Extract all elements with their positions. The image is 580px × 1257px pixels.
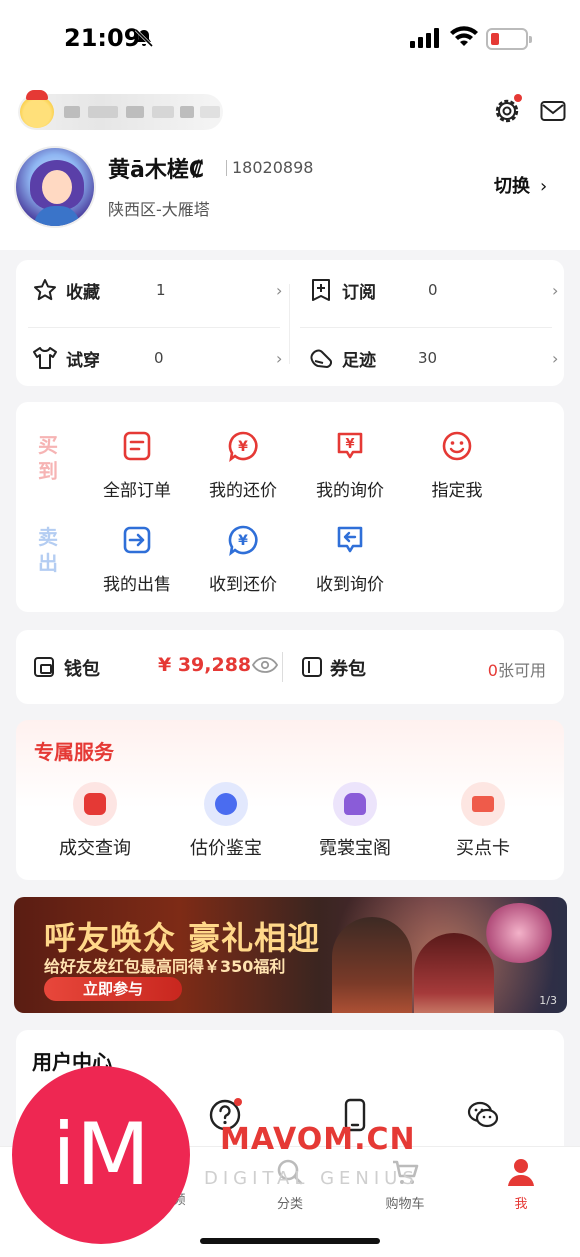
profile-icon xyxy=(508,1159,534,1186)
favorites-count: 1 xyxy=(156,281,166,299)
server-location: 陕西区-大雁塔 xyxy=(108,200,210,219)
wifi-icon xyxy=(450,26,478,46)
footprints-count: 30 xyxy=(418,349,438,367)
banner-page-indicator: 1/3 xyxy=(539,994,557,1007)
wallet-balance: ¥ 39,288 xyxy=(158,654,252,676)
status-bar: 21:09 xyxy=(0,0,580,80)
chick-mascot-icon xyxy=(20,90,54,128)
profile-header: 黄ā木槎₡ 18020898 陕西区-大雁塔 切换 › xyxy=(0,80,580,250)
sell-section-label: 卖出 xyxy=(38,525,58,575)
deal-query-button[interactable]: 成交查询 xyxy=(30,782,160,860)
quick-link-favorites[interactable]: 收藏 1 › xyxy=(32,260,282,320)
home-indicator xyxy=(200,1238,380,1244)
received-offer-icon: ¥ xyxy=(228,525,258,556)
svg-text:¥: ¥ xyxy=(345,437,354,452)
signal-icon xyxy=(410,28,439,48)
coupon-button[interactable]: 券包 0张可用 xyxy=(288,630,564,704)
im-logo-watermark: iM xyxy=(12,1066,190,1244)
exclusive-services-card: 专属服务 成交查询 估价鉴宝 霓裳宝阁 买点卡 xyxy=(16,720,564,880)
smiley-icon xyxy=(442,431,472,461)
tab-profile[interactable]: 我 xyxy=(476,1157,566,1212)
sell-arrow-icon xyxy=(123,526,151,554)
assigned-to-me-button[interactable]: 指定我 xyxy=(402,430,512,501)
received-inquiries-button[interactable]: 收到询价 xyxy=(295,524,405,595)
tagline-watermark: DIGITAL GENIUS xyxy=(204,1168,419,1189)
all-orders-button[interactable]: 全部订单 xyxy=(82,430,192,501)
received-counter-offers-button[interactable]: ¥ 收到还价 xyxy=(188,524,298,595)
wallet-button[interactable]: 钱包 ¥ 39,288 xyxy=(16,630,282,704)
svg-text:¥: ¥ xyxy=(238,533,248,549)
quick-link-footprints[interactable]: 足迹 30 › xyxy=(308,328,558,388)
subscriptions-count: 0 xyxy=(428,281,438,299)
star-icon xyxy=(34,279,56,301)
wechat-icon[interactable] xyxy=(466,1098,500,1132)
battery-icon xyxy=(486,28,532,50)
received-inquiry-icon xyxy=(337,526,363,553)
site-watermark: MAVOM.CN xyxy=(220,1122,416,1157)
notification-dot xyxy=(514,94,522,102)
wardrobe-icon xyxy=(333,782,377,826)
appraise-button[interactable]: 估价鉴宝 xyxy=(161,782,291,860)
promo-banner[interactable]: 呼友唤众 豪礼相迎 给好友发红包最高同得￥350福利 立即参与 1/3 xyxy=(14,897,567,1013)
wardrobe-button[interactable]: 霓裳宝阁 xyxy=(290,782,420,860)
join-now-button[interactable]: 立即参与 xyxy=(44,977,182,1001)
eye-icon[interactable] xyxy=(252,656,278,674)
switch-label: 切换 xyxy=(494,176,530,197)
avatar[interactable] xyxy=(14,146,96,228)
inquiry-icon: ¥ xyxy=(337,432,363,459)
appraise-icon xyxy=(204,782,248,826)
buy-card-button[interactable]: 买点卡 xyxy=(418,782,548,860)
footprint-icon xyxy=(310,349,332,368)
order-list-icon xyxy=(123,431,151,461)
message-envelope-icon[interactable] xyxy=(540,98,566,124)
svg-text:¥: ¥ xyxy=(238,439,248,455)
coupon-icon xyxy=(302,657,322,677)
chevron-right-icon: › xyxy=(552,280,559,300)
coupon-availability: 0张可用 xyxy=(487,661,546,680)
blurred-banner xyxy=(18,90,223,130)
my-counter-offers-button[interactable]: ¥ 我的还价 xyxy=(188,430,298,501)
quick-link-subscriptions[interactable]: 订阅 0 › xyxy=(308,260,558,320)
counter-offer-icon: ¥ xyxy=(228,431,258,462)
chevron-right-icon: › xyxy=(540,176,548,197)
orders-card: 买到 卖出 全部订单 ¥ 我的还价 ¥ 我的询价 指定我 我的出售 ¥ 收到还价… xyxy=(16,402,564,612)
services-title: 专属服务 xyxy=(34,740,114,764)
my-inquiries-button[interactable]: ¥ 我的询价 xyxy=(295,430,405,501)
username: 黄ā木槎₡ xyxy=(108,158,205,183)
chevron-right-icon: › xyxy=(552,348,559,368)
card-icon xyxy=(461,782,505,826)
banner-subtitle: 给好友发红包最高同得￥350福利 xyxy=(44,957,286,976)
my-sales-button[interactable]: 我的出售 xyxy=(82,524,192,595)
chevron-right-icon: › xyxy=(276,280,283,300)
wallet-card: 钱包 ¥ 39,288 券包 0张可用 xyxy=(16,630,564,704)
quick-link-try-on[interactable]: 试穿 0 › xyxy=(32,328,282,388)
mute-bell-icon xyxy=(134,28,154,48)
chevron-right-icon: › xyxy=(276,348,283,368)
wallet-icon xyxy=(34,657,54,677)
try-on-count: 0 xyxy=(154,349,164,367)
subscribe-icon xyxy=(312,279,330,301)
status-time: 21:09 xyxy=(64,24,141,52)
user-id: 18020898 xyxy=(225,158,314,177)
quick-links-card: 收藏 1 › 订阅 0 › 试穿 0 › 足迹 30 › xyxy=(16,260,564,386)
switch-account-button[interactable]: 切换 › xyxy=(494,172,547,198)
shirt-icon xyxy=(33,347,57,369)
deal-query-icon xyxy=(73,782,117,826)
buy-section-label: 买到 xyxy=(38,433,58,483)
